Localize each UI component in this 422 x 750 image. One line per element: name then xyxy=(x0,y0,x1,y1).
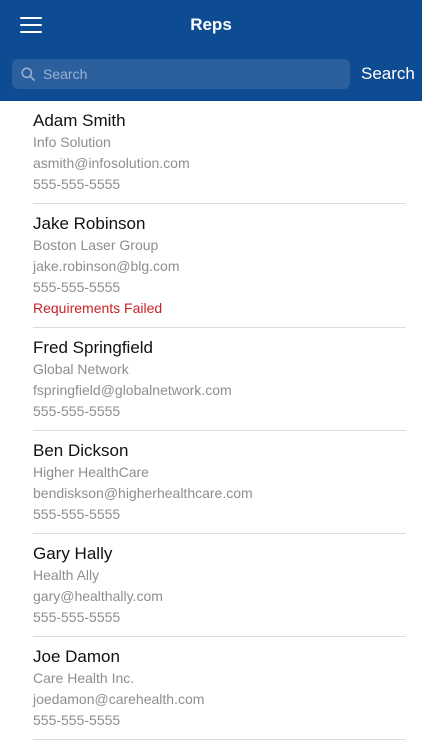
rep-company: Higher HealthCare xyxy=(33,464,149,480)
list-item[interactable]: Ben Dickson Higher HealthCare bendiskson… xyxy=(0,431,422,534)
rep-email: bendiskson@higherhealthcare.com xyxy=(33,485,253,501)
list-item[interactable]: Gary Hally Health Ally gary@healthally.c… xyxy=(0,534,422,637)
rep-phone: 555-555-5555 xyxy=(33,712,121,728)
rep-name: Ben Dickson xyxy=(33,441,129,460)
list-item[interactable]: Fred Springfield Global Network fspringf… xyxy=(0,328,422,431)
search-icon xyxy=(21,67,35,81)
rep-name: Adam Smith xyxy=(33,111,126,130)
rep-company: Care Health Inc. xyxy=(33,670,135,686)
rep-email: jake.robinson@blg.com xyxy=(33,258,180,274)
rep-email: fspringfield@globalnetwork.com xyxy=(33,382,232,398)
rep-name: Jake Robinson xyxy=(33,214,146,233)
nav-bar: Reps Search xyxy=(0,0,422,101)
rep-email: asmith@infosolution.com xyxy=(33,155,190,171)
search-bar[interactable] xyxy=(12,59,350,89)
rep-phone: 555-555-5555 xyxy=(33,279,121,295)
rep-company: Global Network xyxy=(33,361,129,377)
rep-name: Fred Springfield xyxy=(33,338,154,357)
list-item[interactable]: Jake Robinson Boston Laser Group jake.ro… xyxy=(0,204,422,328)
rep-name: Joe Damon xyxy=(33,647,120,666)
rep-email: joedamon@carehealth.com xyxy=(33,691,205,707)
rep-phone: 555-555-5555 xyxy=(33,403,121,419)
rep-email: gary@healthally.com xyxy=(33,588,163,604)
list-item[interactable]: Joe Damon Care Health Inc. joedamon@care… xyxy=(0,637,422,740)
requirements-status-alert: Requirements Failed xyxy=(33,300,163,316)
rep-company: Info Solution xyxy=(33,134,111,150)
rep-company: Boston Laser Group xyxy=(33,237,159,253)
rep-company: Health Ally xyxy=(33,567,100,583)
rep-phone: 555-555-5555 xyxy=(33,506,121,522)
rep-name: Gary Hally xyxy=(33,544,113,563)
list-item[interactable]: Adam Smith Info Solution asmith@infosolu… xyxy=(0,101,422,204)
search-button[interactable]: Search xyxy=(361,63,415,85)
rep-phone: 555-555-5555 xyxy=(33,609,121,625)
rep-phone: 555-555-5555 xyxy=(33,176,121,192)
search-input[interactable] xyxy=(43,59,341,89)
reps-list: Adam Smith Info Solution asmith@infosolu… xyxy=(0,101,422,740)
page-title: Reps xyxy=(190,15,232,34)
